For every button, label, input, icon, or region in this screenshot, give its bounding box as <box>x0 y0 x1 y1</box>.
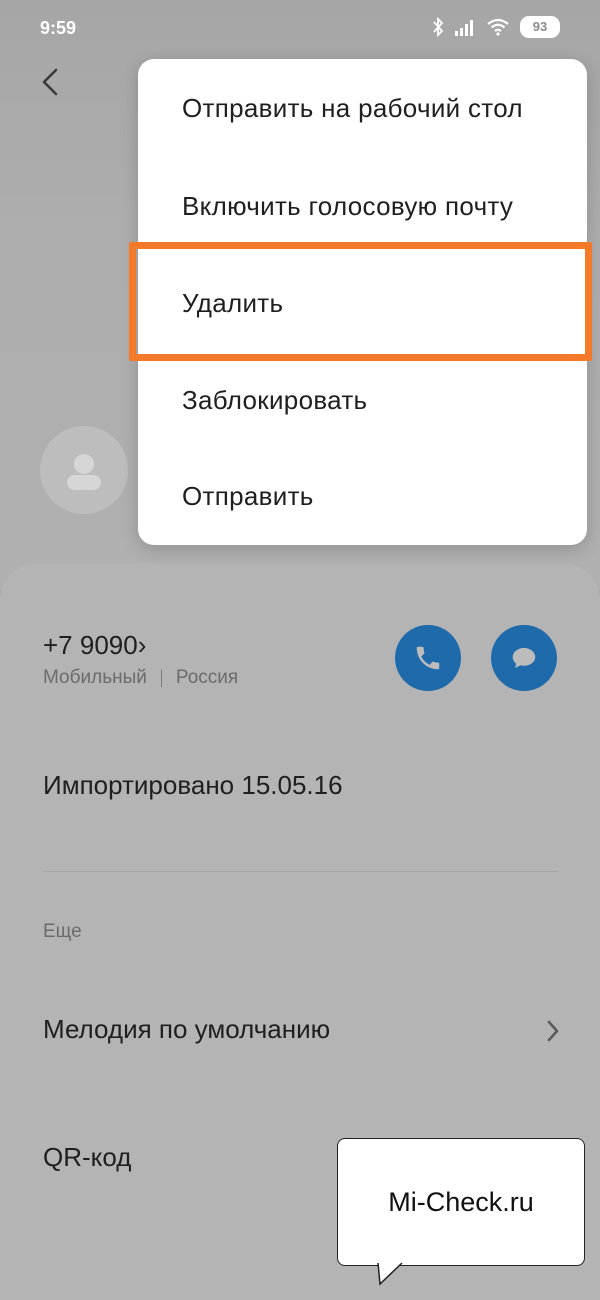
menu-item-send[interactable]: Отправить <box>182 481 314 512</box>
status-time: 9:59 <box>40 18 77 38</box>
ringtone-row[interactable]: Мелодия по умолчанию <box>43 1014 563 1050</box>
chevron-right-icon <box>547 1020 559 1042</box>
phone-meta-separator <box>160 669 162 687</box>
callout-tail <box>377 1262 403 1286</box>
imported-info: Импортировано 15.05.16 <box>43 770 343 800</box>
back-button[interactable] <box>38 62 68 102</box>
avatar <box>40 426 128 514</box>
menu-item-send-to-desktop[interactable]: Отправить на рабочий стол <box>182 93 523 124</box>
phone-icon <box>416 646 440 670</box>
bluetooth-icon <box>433 17 444 37</box>
watermark-text: Mi-Check.ru <box>388 1186 534 1217</box>
call-button[interactable] <box>395 625 461 691</box>
phone-region: Россия <box>175 667 239 688</box>
delete-highlight-frame <box>129 242 592 361</box>
phone-meta: Мобильный Россия <box>43 667 238 689</box>
menu-item-block[interactable]: Заблокировать <box>182 385 367 416</box>
message-button[interactable] <box>491 625 557 691</box>
status-bar: 9:59 93 <box>0 0 600 58</box>
section-label-more: Еще <box>43 921 82 942</box>
wifi-icon <box>487 18 509 36</box>
back-arrow-icon <box>42 68 58 96</box>
phone-number[interactable]: +7 9090› <box>43 630 146 661</box>
divider <box>43 871 558 872</box>
status-icons: 93 <box>432 16 560 38</box>
signal-icon <box>455 20 473 36</box>
ringtone-label: Мелодия по умолчанию <box>43 1014 331 1044</box>
battery-icon: 93 <box>520 16 560 38</box>
watermark-callout: Mi-Check.ru <box>337 1138 585 1266</box>
qr-code-item[interactable]: QR-код <box>43 1142 131 1173</box>
phone-type: Мобильный <box>43 667 147 688</box>
chat-bubble-icon <box>512 648 536 668</box>
menu-item-enable-voicemail[interactable]: Включить голосовую почту <box>182 191 513 222</box>
person-icon <box>67 454 101 490</box>
